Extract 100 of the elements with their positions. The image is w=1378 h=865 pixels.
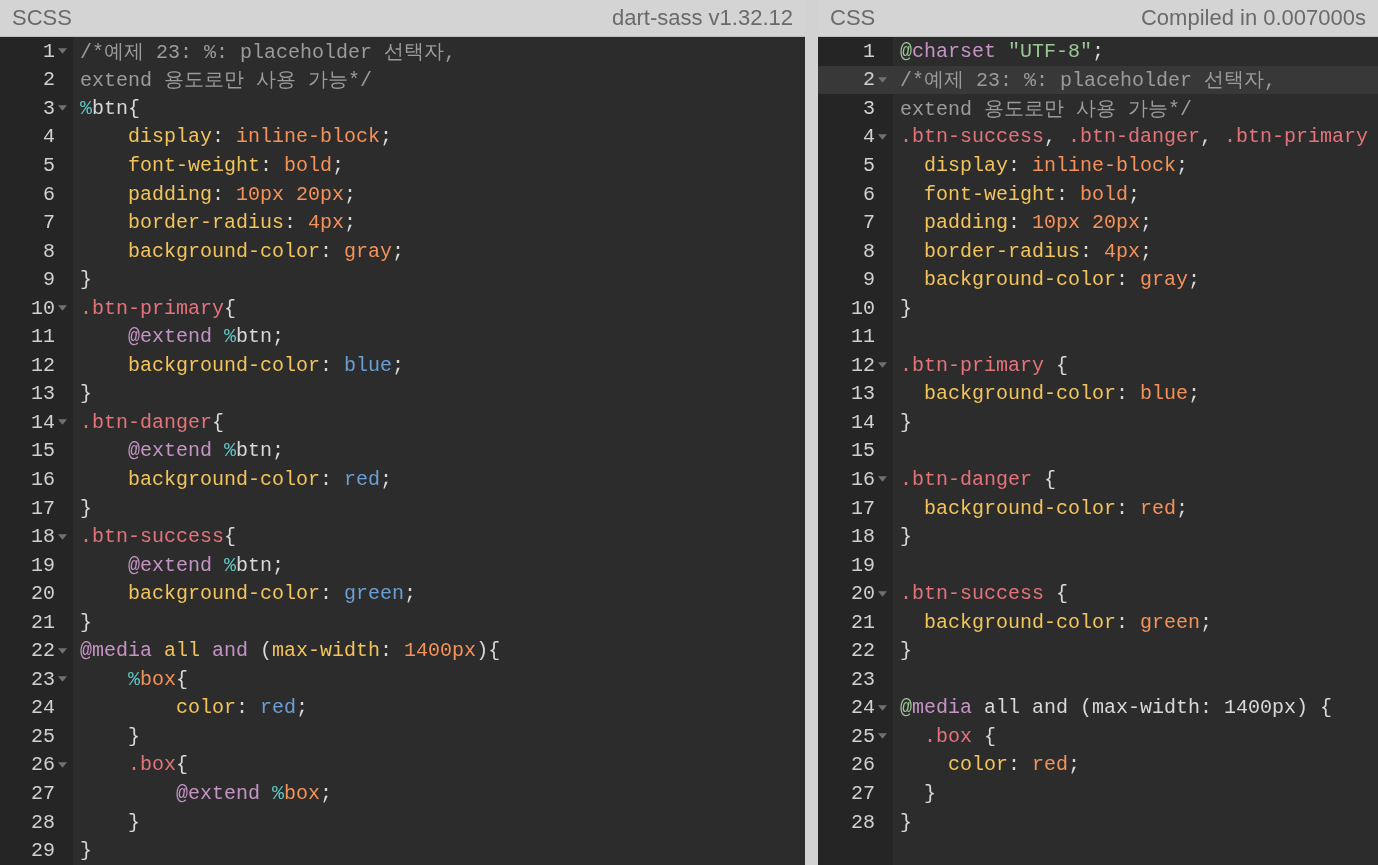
code-line: background-color: green;: [923, 610, 1213, 634]
code-line: display: inline-block;: [923, 153, 1189, 177]
fold-caret-icon[interactable]: [57, 761, 67, 768]
code-line: }: [79, 268, 92, 292]
line-number: 27: [851, 782, 875, 805]
code-line: }: [79, 496, 92, 520]
line-number: 15: [31, 439, 55, 463]
code-line: extend 용도로만 사용 가능*/: [899, 96, 1193, 122]
line-number: 9: [863, 268, 875, 292]
line-number: 3: [863, 96, 875, 120]
line-number: 17: [31, 496, 55, 520]
fold-caret-icon[interactable]: [57, 48, 67, 55]
code-line: color: red;: [947, 753, 1081, 777]
code-line: .btn-danger{: [79, 410, 225, 434]
code-line: @extend %btn;: [127, 325, 285, 349]
line-number: 21: [851, 610, 875, 634]
line-number: 14: [851, 410, 875, 434]
line-number: 29: [31, 839, 55, 863]
code-line: }: [127, 724, 140, 748]
line-number: 27: [31, 782, 55, 805]
line-number: 13: [851, 382, 875, 406]
fold-caret-icon[interactable]: [877, 76, 887, 83]
line-number: 14: [31, 410, 55, 434]
fold-caret-icon[interactable]: [877, 704, 887, 711]
code-line: }: [79, 610, 92, 634]
panel-title: SCSS: [12, 5, 72, 31]
fold-caret-icon[interactable]: [57, 647, 67, 654]
code-line: .btn-success{: [79, 525, 237, 549]
line-number: 6: [43, 182, 55, 206]
code-line: }: [899, 525, 912, 549]
line-number: 2: [43, 68, 55, 92]
line-number: 5: [43, 153, 55, 177]
code-line: .btn-success {: [899, 582, 1069, 606]
code-line: @media all and (max-width: 1400px){: [79, 639, 501, 663]
line-number: 28: [31, 810, 55, 834]
line-number: 19: [851, 553, 875, 577]
line-number: 1: [43, 39, 55, 63]
code-line: background-color: gray;: [127, 239, 405, 263]
code-line: }: [79, 382, 92, 406]
line-number: 4: [43, 125, 55, 149]
fold-caret-icon[interactable]: [57, 305, 67, 312]
line-number: 23: [31, 667, 55, 691]
line-number: 7: [863, 211, 875, 235]
line-number: 15: [851, 439, 875, 463]
code-line: %btn{: [79, 96, 141, 120]
fold-caret-icon[interactable]: [877, 362, 887, 369]
line-number: 8: [863, 239, 875, 263]
panel-info: dart-sass v1.32.12: [612, 5, 793, 31]
code-line: background-color: red;: [923, 496, 1189, 520]
line-number: 10: [31, 296, 55, 320]
code-line: }: [79, 839, 92, 863]
line-number: 22: [31, 639, 55, 663]
fold-caret-icon[interactable]: [57, 533, 67, 540]
fold-caret-icon[interactable]: [57, 105, 67, 112]
code-line: /*예제 23: %: placeholder 선택자,: [79, 39, 457, 65]
line-number: 25: [851, 724, 875, 748]
line-number: 7: [43, 211, 55, 235]
code-line: }: [899, 410, 912, 434]
line-number: 20: [31, 582, 55, 606]
code-line: @extend %box;: [175, 782, 333, 805]
line-number: 11: [851, 325, 875, 349]
code-line: border-radius: 4px;: [923, 239, 1153, 263]
line-number: 6: [863, 182, 875, 206]
code-line: }: [899, 810, 912, 834]
fold-caret-icon[interactable]: [57, 419, 67, 426]
line-number: 10: [851, 296, 875, 320]
line-number: 16: [851, 467, 875, 491]
fold-caret-icon[interactable]: [877, 476, 887, 483]
code-line: .box{: [127, 753, 189, 777]
code-line: .btn-success, .btn-danger, .btn-primary: [899, 125, 1369, 149]
line-number: 25: [31, 724, 55, 748]
line-number: 24: [851, 696, 875, 720]
fold-caret-icon[interactable]: [877, 133, 887, 140]
line-number: 8: [43, 239, 55, 263]
line-number: 1: [863, 39, 875, 63]
line-number: 26: [31, 753, 55, 777]
line-number: 2: [863, 68, 875, 92]
line-number: 12: [851, 353, 875, 377]
line-number: 3: [43, 96, 55, 120]
line-number: 23: [851, 667, 875, 691]
code-line: font-weight: bold;: [923, 182, 1141, 206]
code-line: .btn-danger {: [899, 467, 1057, 491]
panel-title: CSS: [830, 5, 876, 31]
code-line: @charset "UTF-8";: [899, 39, 1105, 63]
code-line: }: [899, 296, 912, 320]
code-line: border-radius: 4px;: [127, 211, 357, 235]
code-line: %box{: [127, 667, 189, 691]
fold-caret-icon[interactable]: [877, 590, 887, 597]
line-number: 18: [851, 525, 875, 549]
code-line: font-weight: bold;: [127, 153, 345, 177]
line-number: 12: [31, 353, 55, 377]
code-line: padding: 10px 20px;: [923, 211, 1153, 235]
fold-caret-icon[interactable]: [877, 733, 887, 740]
code-line: background-color: blue;: [923, 382, 1201, 406]
code-line: background-color: green;: [127, 582, 417, 606]
code-line: }: [923, 782, 936, 805]
code-line: background-color: gray;: [923, 268, 1201, 292]
fold-caret-icon[interactable]: [57, 676, 67, 683]
code-line: extend 용도로만 사용 가능*/: [79, 68, 373, 94]
line-number: 19: [31, 553, 55, 577]
